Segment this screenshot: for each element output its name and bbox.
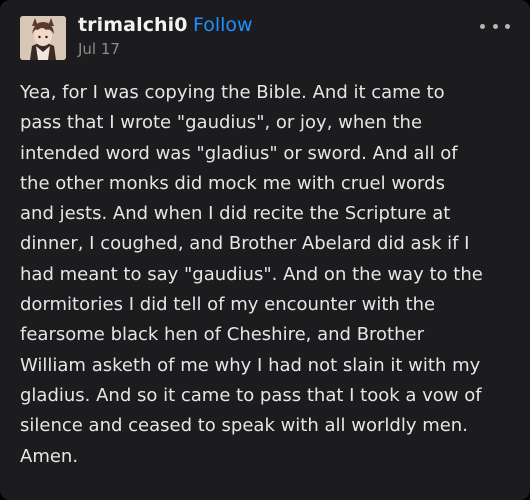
post-body-line: dormitories I did tell of my encounter w…: [20, 294, 436, 316]
post-card: trimalchi0 Follow Jul 17 Yea, for I was …: [0, 0, 530, 500]
avatar[interactable]: [20, 16, 66, 60]
post-body-line: William asketh of me why I had not slain…: [20, 354, 481, 376]
more-options-button[interactable]: [480, 16, 510, 36]
post-body-line: Amen.: [20, 445, 79, 467]
post-date[interactable]: Jul 17: [78, 40, 120, 58]
author-name[interactable]: trimalchi0: [78, 14, 188, 36]
post-body-line: intended word was "gladius" or sword. An…: [20, 142, 458, 164]
post-body-line: fearsome black hen of Cheshire, and Brot…: [20, 324, 424, 346]
post-body-line: Yea, for I was copying the Bible. And it…: [20, 82, 445, 103]
post-body-line: and jests. And when I did recite the Scr…: [20, 203, 451, 225]
ellipsis-icon-dot: [492, 23, 498, 29]
ellipsis-icon-dot: [505, 23, 510, 29]
post-body-line: pass that I wrote "gaudius", or joy, whe…: [20, 112, 423, 134]
post-body-line: had meant to say "gaudius". And on the w…: [20, 263, 483, 285]
ellipsis-icon-dot: [480, 23, 485, 29]
post-body-line: gladius. And so it came to pass that I t…: [20, 384, 482, 406]
post-body: Yea, for I was copying the Bible. And it…: [20, 78, 516, 472]
post-body-line: dinner, I coughed, and Brother Abelard d…: [20, 233, 470, 255]
post-body-line: silence and ceased to speak with all wor…: [20, 415, 468, 437]
follow-button[interactable]: Follow: [193, 14, 253, 36]
post-body-line: the other monks did mock me with cruel w…: [20, 172, 445, 194]
